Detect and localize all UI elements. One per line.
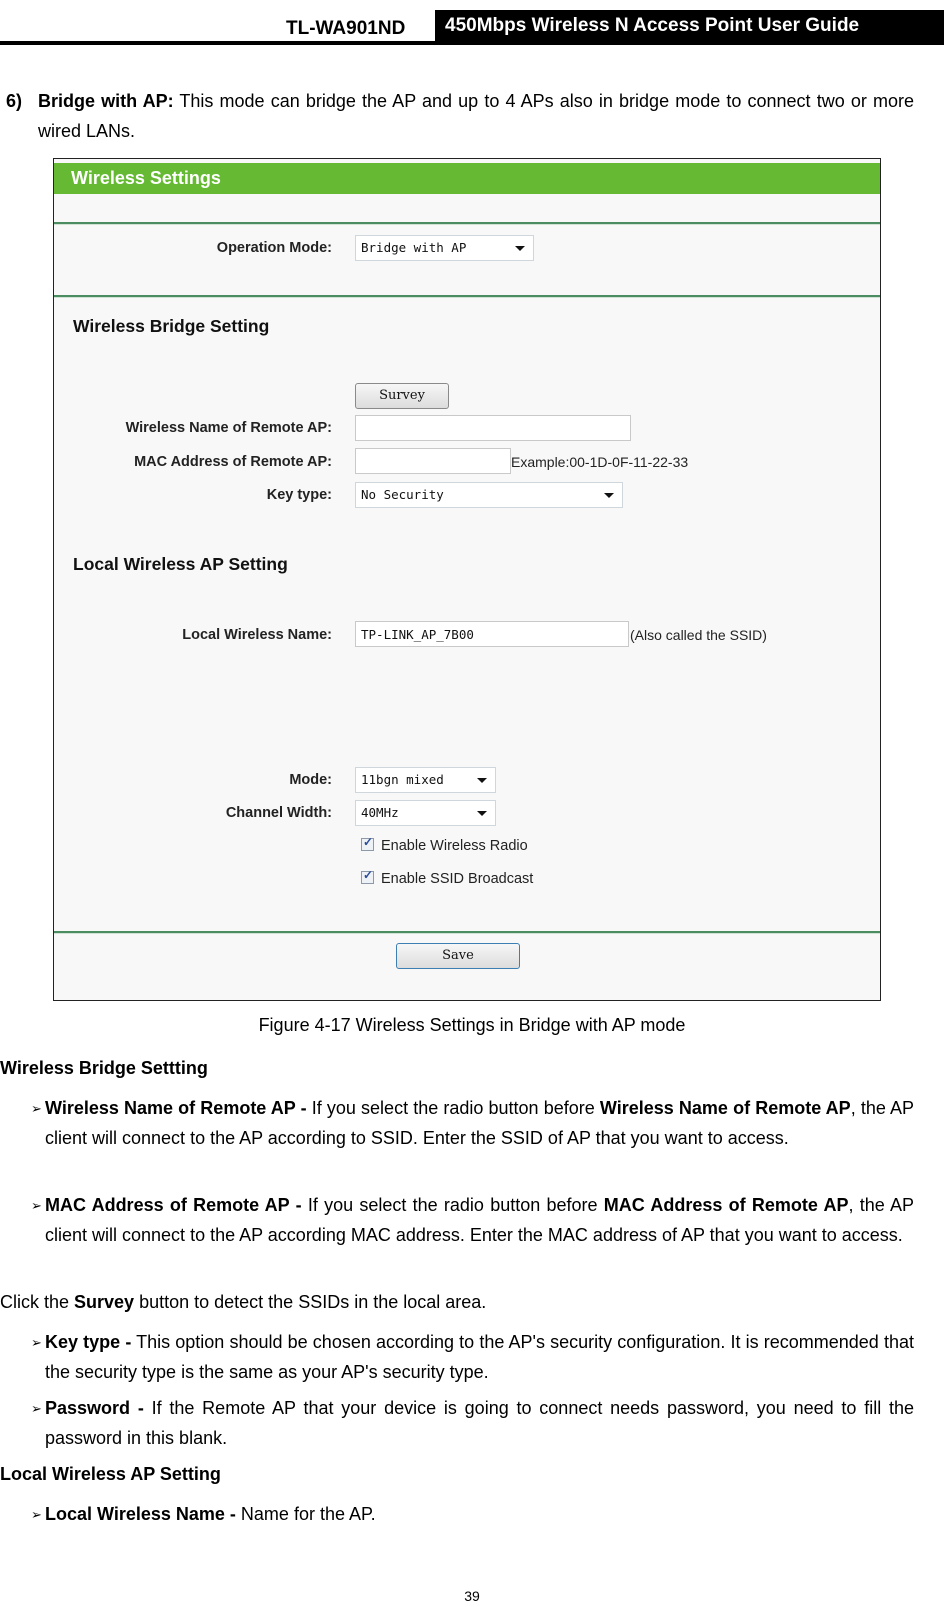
bullet-local-name: Local Wireless Name - Name for the AP. [45, 1499, 914, 1529]
local-heading: Local Wireless AP Setting [0, 1464, 221, 1484]
chevron-down-icon [515, 246, 525, 251]
survey-term: Survey [74, 1292, 135, 1312]
divider [54, 222, 880, 225]
bullet-icon: ➢ [31, 1335, 42, 1350]
channel-width-value: 40MHz [361, 805, 399, 820]
bullet-key-type: Key type - This option should be chosen … [45, 1327, 914, 1387]
ssid-hint: (Also called the SSID) [630, 627, 767, 643]
remote-mac-label: MAC Address of Remote AP: [134, 454, 332, 470]
intro-paragraph: Bridge with AP: This mode can bridge the… [38, 86, 914, 146]
channel-width-select[interactable]: 40MHz [355, 800, 496, 826]
survey-text: button to detect the SSIDs in the local … [134, 1292, 487, 1312]
bullet-icon: ➢ [31, 1101, 42, 1116]
survey-paragraph: Click the Survey button to detect the SS… [0, 1287, 486, 1317]
survey-text: Click the [0, 1292, 75, 1312]
panel-title: Wireless Settings [71, 168, 221, 188]
wireless-settings-figure: Wireless Settings Operation Mode: Bridge… [53, 158, 881, 1001]
enable-wireless-radio-checkbox[interactable] [361, 835, 374, 851]
operation-mode-value: Bridge with AP [361, 240, 467, 255]
key-type-select[interactable]: No Security [355, 482, 623, 508]
bridge-section-title: Wireless Bridge Setting [73, 316, 270, 336]
local-name-label: Local Wireless Name: [182, 627, 332, 643]
bullet-icon: ➢ [31, 1198, 42, 1213]
save-button[interactable]: Save [396, 943, 520, 969]
bullet-term: Key type - [45, 1332, 132, 1352]
header-rule [0, 41, 944, 45]
enable-wireless-radio-label: Enable Wireless Radio [381, 838, 528, 854]
divider [54, 931, 880, 934]
bullet-term: Wireless Name of Remote AP - [45, 1098, 307, 1118]
chevron-down-icon [477, 811, 487, 816]
bridge-heading: Wireless Bridge Settting [0, 1058, 208, 1078]
operation-mode-select[interactable]: Bridge with AP [355, 235, 534, 261]
page-number: 39 [464, 1588, 480, 1604]
figure-caption: Figure 4-17 Wireless Settings in Bridge … [258, 1015, 686, 1035]
mode-value: 11bgn mixed [361, 772, 444, 787]
enable-ssid-broadcast-row[interactable]: Enable SSID Broadcast [361, 868, 534, 887]
bullet-text: If you select the radio button before [301, 1195, 604, 1215]
header-title: 450Mbps Wireless N Access Point User Gui… [435, 10, 944, 42]
channel-width-label: Channel Width: [225, 805, 332, 821]
remote-name-label: Wireless Name of Remote AP: [125, 420, 332, 436]
bullet-password: Password - If the Remote AP that your de… [45, 1393, 914, 1453]
remote-name-input[interactable] [355, 415, 631, 441]
bullet-term: Local Wireless Name - [45, 1504, 236, 1524]
bullet-term: MAC Address of Remote AP - [45, 1195, 302, 1215]
intro-number: 6) [6, 91, 23, 111]
bullet-term: Password - [45, 1398, 144, 1418]
enable-wireless-radio-row[interactable]: Enable Wireless Radio [361, 835, 528, 854]
survey-button[interactable]: Survey [355, 383, 449, 409]
enable-ssid-broadcast-label: Enable SSID Broadcast [381, 871, 534, 887]
bullet-remote-mac: MAC Address of Remote AP - If you select… [45, 1190, 914, 1250]
bullet-text: This option should be chosen according t… [45, 1332, 914, 1382]
bullet-term: Wireless Name of Remote AP [599, 1098, 851, 1118]
page-header: TL-WA901ND 450Mbps Wireless N Access Poi… [0, 0, 944, 46]
enable-ssid-broadcast-checkbox[interactable] [361, 868, 374, 884]
mode-label: Mode: [289, 772, 332, 788]
chevron-down-icon [604, 493, 614, 498]
bullet-text: If the Remote AP that your device is goi… [45, 1398, 914, 1448]
local-name-input[interactable] [355, 621, 629, 647]
bullet-term: MAC Address of Remote AP [603, 1195, 849, 1215]
bullet-icon: ➢ [31, 1401, 42, 1416]
panel-title-bar: Wireless Settings [54, 163, 880, 194]
header-model: TL-WA901ND [286, 18, 406, 39]
key-type-value: No Security [361, 487, 444, 502]
bullet-text: Name for the AP. [235, 1504, 376, 1524]
intro-term: Bridge with AP: [38, 91, 174, 111]
chevron-down-icon [477, 778, 487, 783]
bullet-text: If you select the radio button before [306, 1098, 600, 1118]
remote-mac-input[interactable] [355, 448, 511, 474]
mode-select[interactable]: 11bgn mixed [355, 767, 496, 793]
key-type-label: Key type: [266, 487, 332, 503]
local-section-title: Local Wireless AP Setting [73, 554, 288, 574]
operation-mode-label: Operation Mode: [216, 240, 332, 256]
mac-example-hint: Example:00-1D-0F-11-22-33 [511, 454, 689, 470]
bullet-remote-name: Wireless Name of Remote AP - If you sele… [45, 1093, 914, 1153]
bullet-icon: ➢ [31, 1507, 42, 1522]
divider [54, 295, 880, 298]
